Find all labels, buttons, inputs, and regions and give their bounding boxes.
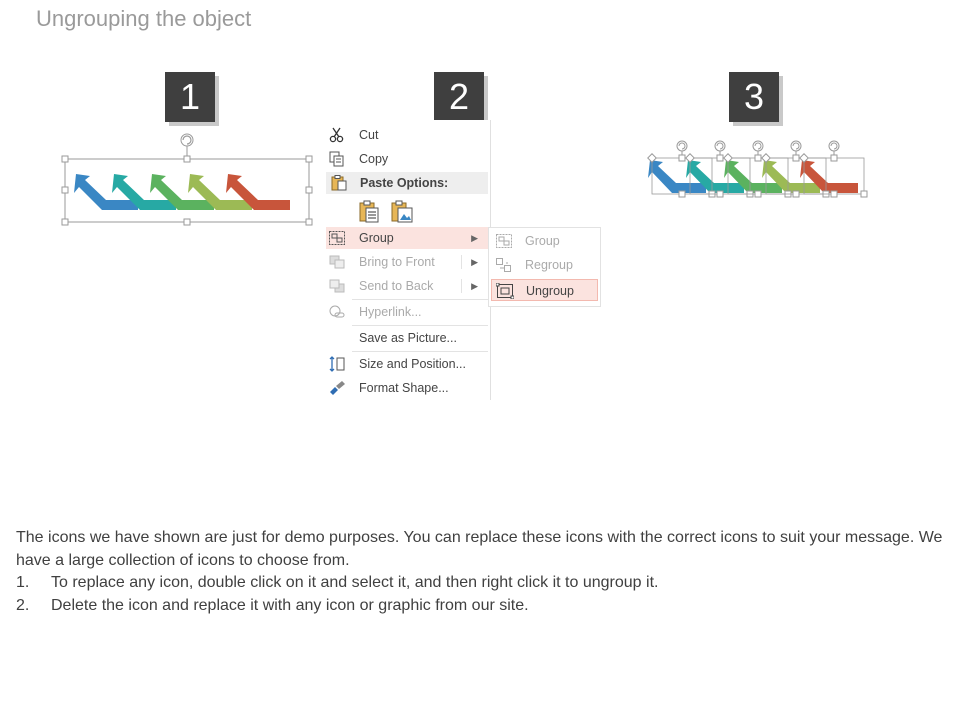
menu-item-label: Size and Position...	[359, 357, 467, 371]
resize-handle[interactable]	[305, 155, 313, 163]
menu-item-label: Save as Picture...	[359, 331, 457, 345]
format-shape-icon	[330, 381, 345, 395]
rotate-handle-icon[interactable]	[180, 133, 194, 147]
menu-item-label: Send to Back	[359, 279, 434, 293]
scissors-icon	[329, 127, 344, 143]
resize-handle[interactable]	[305, 186, 313, 194]
selection-box	[64, 158, 310, 223]
menu-separator	[352, 325, 488, 326]
description-intro: The icons we have shown are just for dem…	[16, 529, 943, 569]
slide-title: Ungrouping the object	[36, 6, 252, 31]
menu-item-save-as-picture[interactable]: Save as Picture...	[326, 327, 488, 349]
menu-item-bring-to-front[interactable]: Bring to Front ▶	[326, 251, 488, 273]
paste-options-header: Paste Options:	[326, 172, 488, 194]
menu-item-hyperlink[interactable]: Hyperlink...	[326, 301, 488, 323]
menu-separator	[352, 351, 488, 352]
menu-divider	[461, 255, 462, 269]
list-item-text: To replace any icon, double click on it …	[51, 574, 659, 591]
menu-item-cut[interactable]: Cut	[326, 124, 488, 146]
menu-item-label: Group	[525, 234, 560, 248]
submenu-item-group[interactable]: Group	[491, 230, 598, 252]
menu-item-label: Bring to Front	[359, 255, 435, 269]
step-badge-3: 3	[729, 72, 779, 122]
regroup-icon	[496, 258, 511, 272]
resize-handle[interactable]	[305, 218, 313, 226]
menu-item-format-shape[interactable]: Format Shape...	[326, 377, 488, 399]
bring-to-front-icon	[329, 255, 345, 269]
submenu-arrow-icon: ▶	[471, 281, 478, 291]
menu-item-group[interactable]: Group ▶	[326, 227, 488, 249]
step-badge-2: 2	[434, 72, 484, 122]
paste-keep-formatting-icon[interactable]	[358, 200, 380, 224]
resize-handle[interactable]	[61, 155, 69, 163]
step-badge-1: 1	[165, 72, 215, 122]
menu-item-copy[interactable]: Copy	[326, 148, 488, 170]
list-item: 2. Delete the icon and replace it with a…	[16, 595, 946, 618]
send-to-back-icon	[329, 279, 345, 293]
menu-item-label: Copy	[359, 152, 389, 166]
menu-item-label: Group	[359, 231, 394, 245]
resize-handle[interactable]	[183, 218, 191, 226]
ungroup-icon	[496, 283, 514, 299]
grouped-arrows-object[interactable]	[56, 126, 320, 230]
description: The icons we have shown are just for dem…	[16, 527, 946, 617]
submenu-arrow-icon: ▶	[471, 233, 478, 243]
copy-icon	[329, 151, 344, 167]
group-icon	[329, 231, 345, 245]
paste-picture-icon[interactable]	[390, 200, 414, 224]
size-position-icon	[329, 356, 345, 372]
hyperlink-icon	[329, 305, 345, 318]
menu-item-send-to-back[interactable]: Send to Back ▶	[326, 275, 488, 297]
menu-item-size-and-position[interactable]: Size and Position...	[326, 353, 488, 375]
menu-item-label: Cut	[359, 128, 379, 142]
menu-divider	[461, 279, 462, 293]
resize-handle[interactable]	[61, 186, 69, 194]
list-item-number: 1.	[16, 574, 30, 591]
resize-handle[interactable]	[183, 155, 191, 163]
list-item-text: Delete the icon and replace it with any …	[51, 596, 529, 614]
menu-item-label: Format Shape...	[359, 381, 449, 395]
menu-separator	[352, 299, 488, 300]
ungrouped-arrows-object[interactable]	[630, 126, 876, 202]
menu-item-label: Hyperlink...	[359, 305, 422, 319]
menu-item-label: Regroup	[525, 258, 573, 272]
submenu-arrow-icon: ▶	[471, 257, 478, 267]
context-menu: Cut Copy Paste Options: Group ▶ Bring to…	[322, 120, 491, 400]
menu-item-label: Ungroup	[526, 284, 574, 298]
list-item: 1. To replace any icon, double click on …	[16, 572, 946, 595]
submenu-item-regroup[interactable]: Regroup	[491, 254, 598, 276]
list-item-number: 2.	[16, 596, 30, 614]
group-icon	[496, 234, 512, 248]
group-submenu: Group Regroup Ungroup	[488, 227, 601, 307]
resize-handle[interactable]	[61, 218, 69, 226]
paste-icon	[331, 175, 347, 191]
submenu-item-ungroup[interactable]: Ungroup	[491, 279, 598, 301]
